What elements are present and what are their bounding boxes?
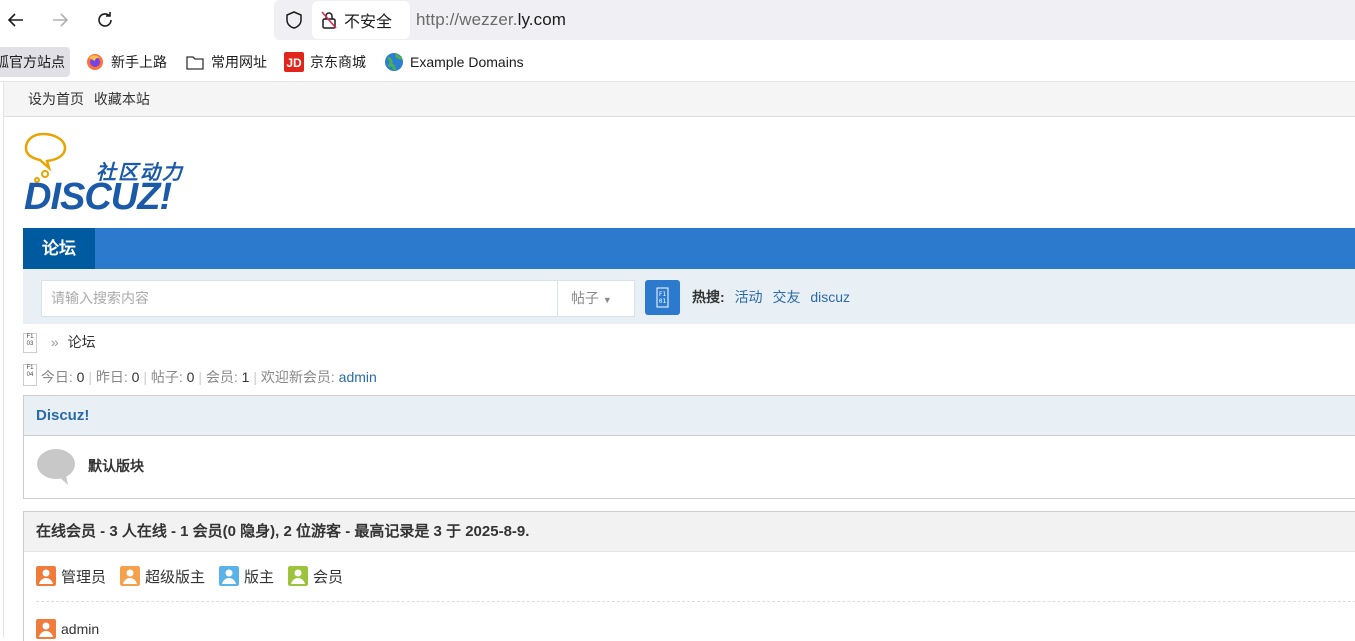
site-logo[interactable]: 社区动力 DISCUZ! (23, 130, 193, 218)
shield-icon[interactable] (284, 10, 304, 30)
bookmark-official-site[interactable]: 狐官方站点 (0, 47, 70, 77)
user-member-icon (288, 566, 309, 586)
search-bar: 请输入搜索内容 帖子 ▼ F1 01 热搜: 活动 交友 discuz (23, 269, 1355, 324)
stat-today-label: 今日: (40, 369, 73, 385)
stat-new-member-label: 欢迎新会员: (260, 369, 335, 385)
browser-toolbar: 不安全 http://wezzer.ly.com (0, 0, 1355, 41)
user-group-legend: 管理员 超级版主 版主 会员 (36, 564, 357, 588)
bookmark-label: 新手上路 (111, 54, 167, 70)
breadcrumb-current: 论坛 (67, 334, 96, 350)
new-member-link[interactable]: admin (339, 369, 377, 385)
search-input[interactable]: 请输入搜索内容 (41, 280, 558, 317)
stat-yesterday-label: 昨日: (95, 369, 128, 385)
nav-item-forum[interactable]: 论坛 (23, 228, 95, 269)
bookmark-jd-mall[interactable]: JD 京东商城 (284, 50, 366, 74)
legend-label: 超级版主 (145, 568, 206, 586)
forum-group: Discuz! 默认版块 (23, 395, 1355, 499)
stat-posts: 0 (186, 369, 195, 385)
user-admin-icon (36, 619, 56, 639)
page-border (3, 117, 4, 637)
hot-search-link[interactable]: discuz (810, 289, 850, 305)
globe-icon (384, 52, 404, 72)
forum-stats: F1 04 今日: 0 | 昨日: 0 | 帖子: 0 | 会员: 1 | 欢迎新… (23, 364, 377, 389)
insecure-indicator[interactable]: 不安全 (312, 1, 410, 39)
address-bar[interactable]: 不安全 http://wezzer.ly.com (274, 0, 1355, 40)
reload-button[interactable] (90, 5, 120, 35)
hot-search: 热搜: 活动 交友 discuz (692, 287, 850, 307)
page-content: 设为首页 收藏本站 社区动力 DISCUZ! 论坛 请输入搜索内容 帖子 ▼ F… (0, 81, 1355, 641)
stat-divider: | (198, 369, 206, 385)
insecure-lock-icon (321, 11, 337, 29)
set-home-link[interactable]: 设为首页 (28, 91, 84, 107)
stat-divider: | (143, 369, 151, 385)
reload-icon (98, 12, 112, 27)
stat-members: 1 (241, 369, 250, 385)
online-title[interactable]: 在线会员 - 3 人在线 - 1 会员(0 隐身), 2 位游客 - 最高记录是… (24, 512, 1355, 552)
user-super-moderator-icon (120, 566, 141, 586)
breadcrumb-separator: » (50, 334, 59, 350)
svg-text:JD: JD (286, 56, 302, 70)
main-nav: 论坛 (23, 228, 1355, 269)
legend-member: 会员 (288, 566, 343, 587)
legend-label: 管理员 (61, 568, 107, 586)
forum-bubble-icon[interactable] (36, 448, 76, 486)
hot-search-label: 热搜: (692, 289, 725, 305)
search-type-select[interactable]: 帖子 ▼ (557, 280, 635, 317)
stat-members-label: 会员: (205, 369, 238, 385)
stat-yesterday: 0 (131, 369, 140, 385)
bookmark-example-domains[interactable]: Example Domains (384, 50, 524, 74)
stats-icon: F1 04 (23, 364, 37, 387)
bookmarks-bar: 狐官方站点 新手上路 常用网址 JD 京东商城 Example Domains (0, 41, 1355, 81)
arrow-left-icon (7, 13, 23, 27)
url-domain: ly.com (517, 10, 567, 29)
url-prefix: http://wezzer. (416, 10, 518, 29)
caret-down-icon: ▼ (602, 295, 612, 305)
svg-text:01: 01 (659, 298, 667, 305)
legend-label: 版主 (244, 568, 275, 586)
url-text[interactable]: http://wezzer.ly.com (416, 10, 566, 30)
jd-icon: JD (284, 52, 304, 72)
user-moderator-icon (219, 566, 240, 586)
forum-group-title[interactable]: Discuz! (24, 396, 1355, 436)
forward-button[interactable] (45, 5, 75, 35)
firefox-icon (85, 52, 105, 72)
divider (36, 601, 1355, 602)
search-button[interactable]: F1 01 (645, 280, 680, 315)
bookmark-getting-started[interactable]: 新手上路 (85, 50, 167, 74)
top-links: 设为首页 收藏本站 (3, 82, 1355, 117)
online-members: 在线会员 - 3 人在线 - 1 会员(0 隐身), 2 位游客 - 最高记录是… (23, 511, 1355, 641)
stat-divider: | (88, 369, 96, 385)
hot-search-link[interactable]: 交友 (772, 289, 800, 305)
home-icon[interactable]: F1 03 (23, 333, 37, 354)
bookmark-common-sites[interactable]: 常用网址 (185, 50, 267, 74)
insecure-label: 不安全 (344, 14, 393, 31)
folder-icon (185, 52, 205, 72)
online-user[interactable]: admin (36, 619, 99, 639)
forum-name[interactable]: 默认版块 (88, 456, 144, 476)
legend-admin: 管理员 (36, 566, 106, 587)
legend-label: 会员 (313, 568, 344, 586)
hot-search-link[interactable]: 活动 (735, 289, 763, 305)
svg-text:F1: F1 (659, 291, 667, 298)
search-type-label: 帖子 (571, 290, 599, 306)
legend-super-moderator: 超级版主 (120, 566, 205, 587)
breadcrumb: F1 03 » 论坛 (23, 330, 96, 354)
forum-row: 默认版块 (24, 436, 1355, 498)
legend-moderator: 版主 (219, 566, 274, 587)
bookmark-label: 京东商城 (310, 54, 366, 70)
bookmark-site-link[interactable]: 收藏本站 (94, 91, 150, 107)
online-user-name[interactable]: admin (61, 621, 99, 637)
logo-brand: DISCUZ! (24, 176, 172, 218)
stat-posts-label: 帖子: (150, 369, 183, 385)
back-button[interactable] (1, 5, 31, 35)
arrow-right-icon (53, 13, 69, 27)
stat-today: 0 (76, 369, 85, 385)
search-icon: F101 (656, 287, 669, 308)
bookmark-label: 狐官方站点 (0, 54, 65, 70)
user-admin-icon (36, 566, 56, 586)
stat-divider: | (253, 369, 261, 385)
bookmark-label: Example Domains (410, 54, 524, 70)
bookmark-label: 常用网址 (211, 54, 267, 70)
